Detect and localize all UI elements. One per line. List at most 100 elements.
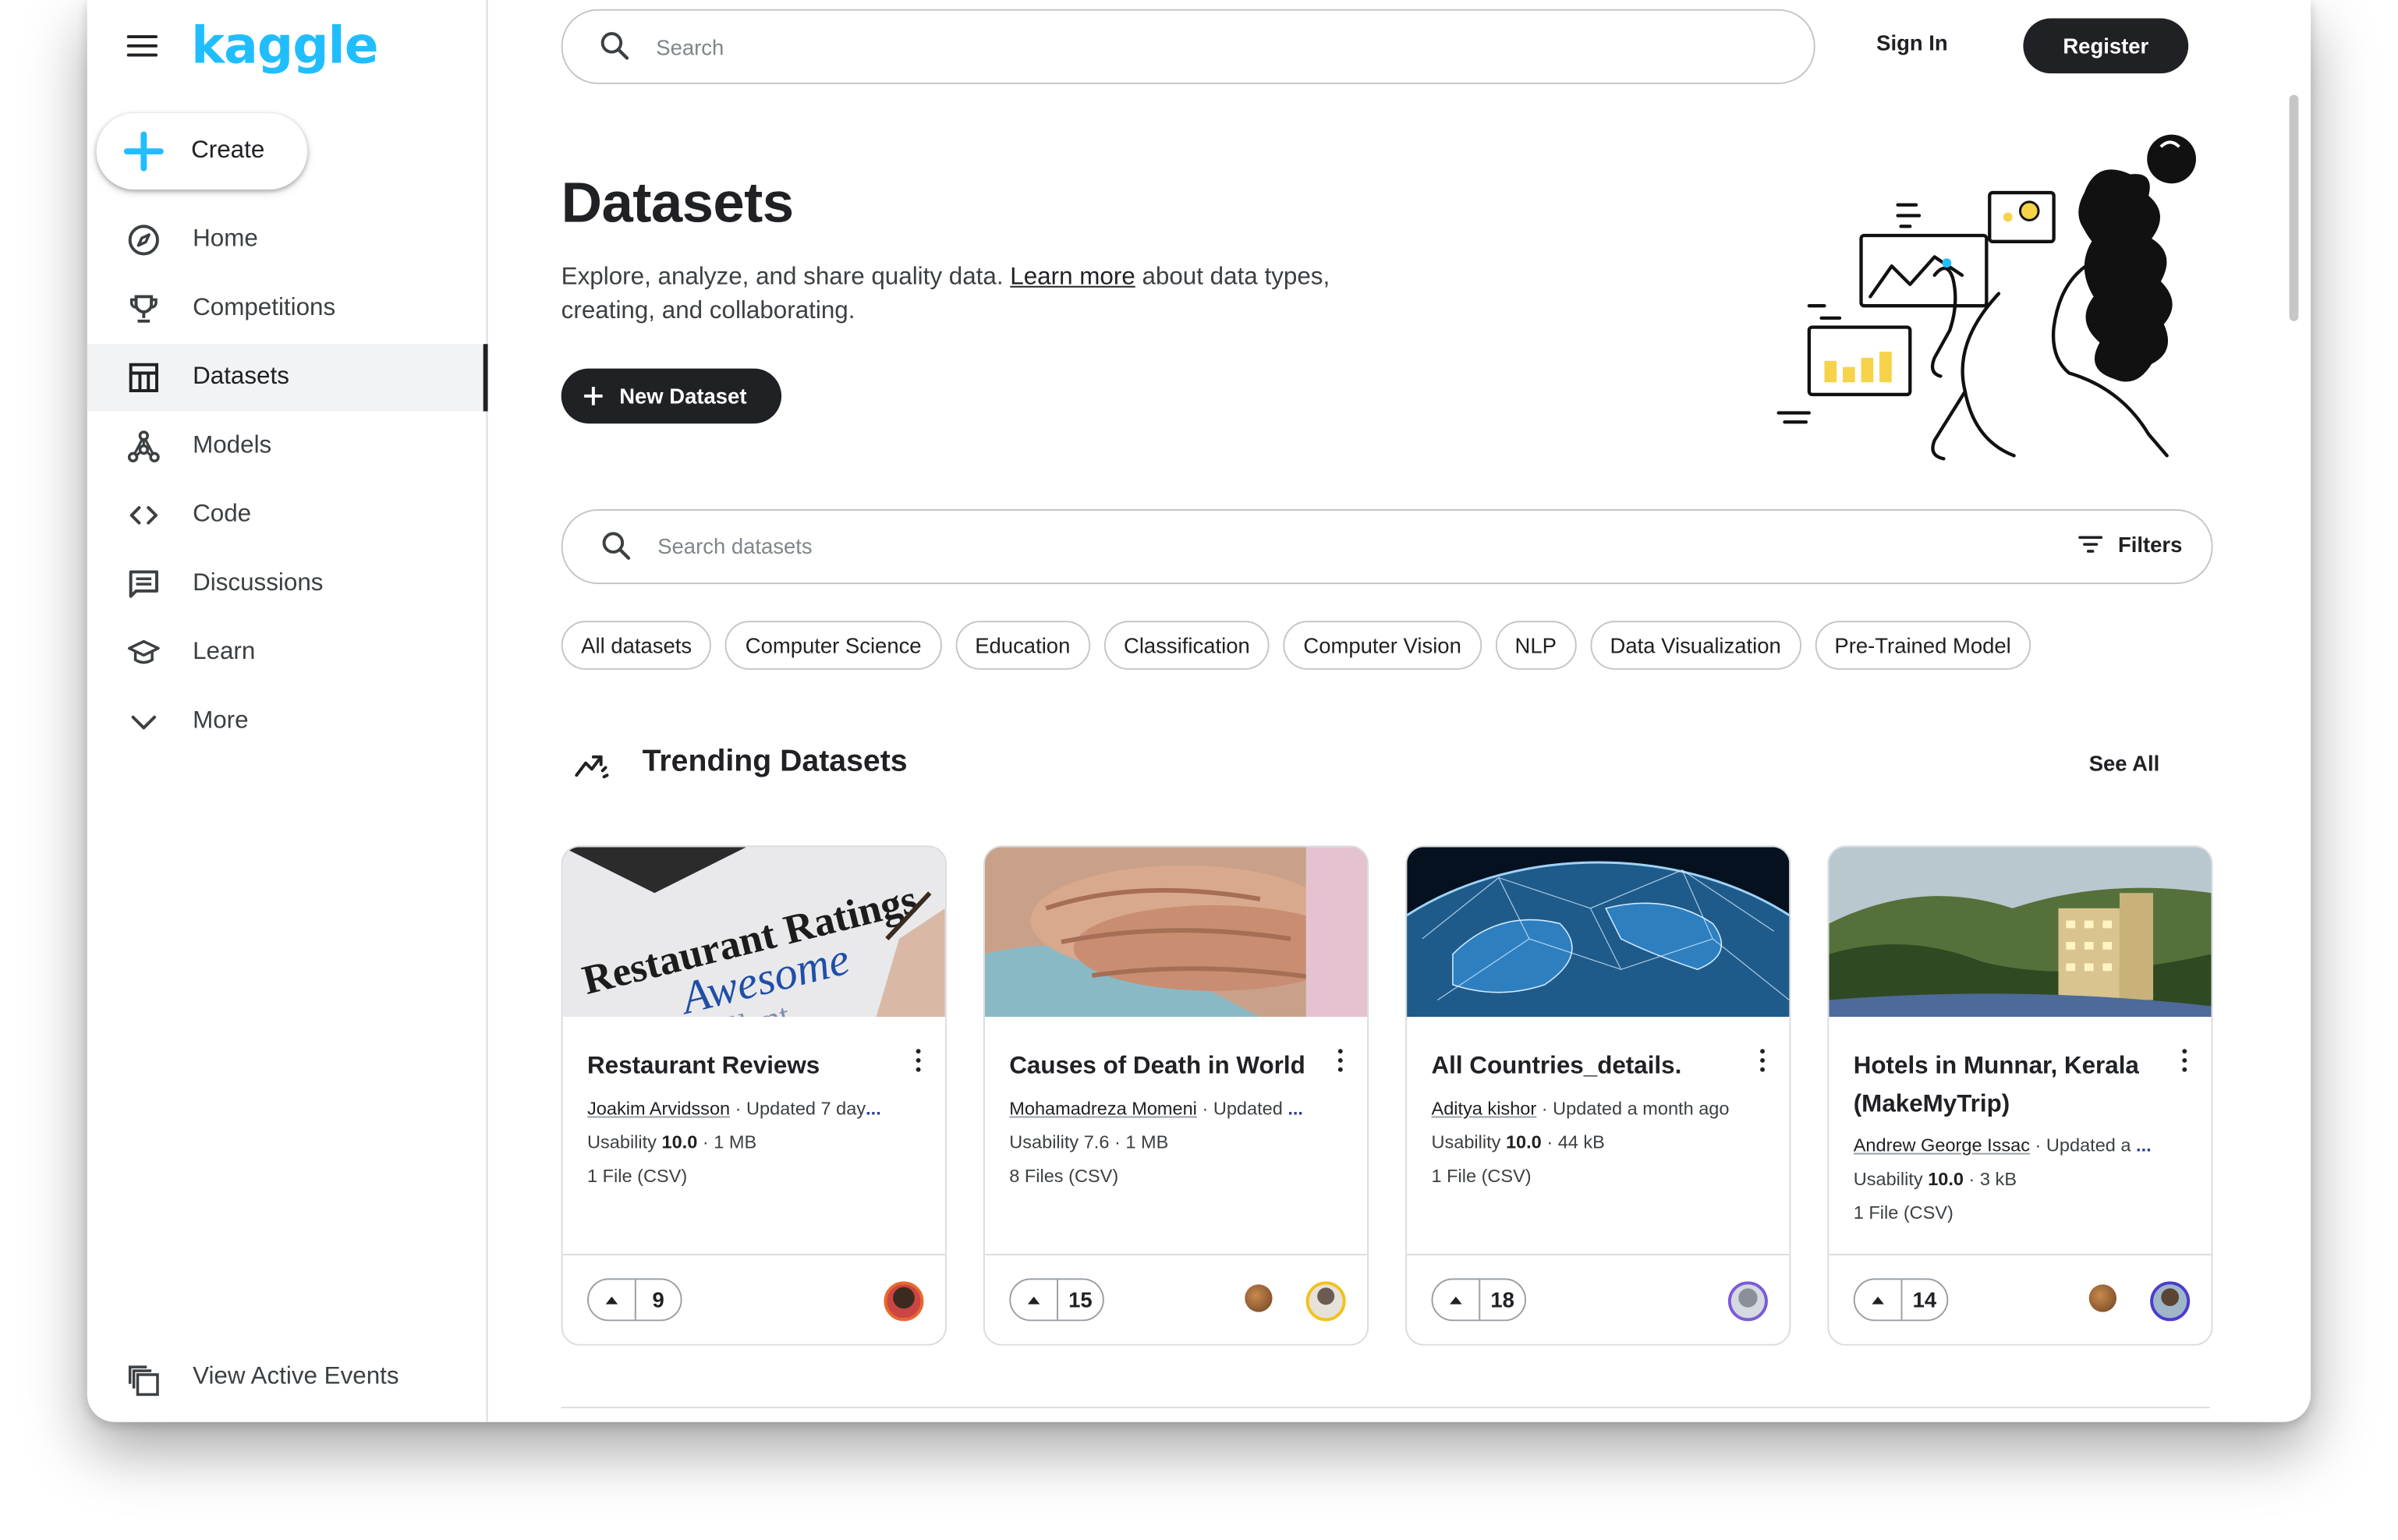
- dataset-byline: Joakim Arvidsson · Updated 7 day...: [587, 1098, 923, 1119]
- dataset-usability: Usability 7.6 · 1 MB: [1009, 1131, 1168, 1152]
- more-options-icon[interactable]: [2177, 1047, 2193, 1074]
- avatar[interactable]: [884, 1281, 924, 1322]
- usability-label: Usability: [587, 1131, 662, 1153]
- register-button[interactable]: Register: [2023, 18, 2189, 74]
- chip-computer-vision[interactable]: Computer Vision: [1283, 621, 1482, 670]
- sidebar-item-more[interactable]: More: [87, 688, 487, 755]
- dataset-thumbnail: [984, 847, 1368, 1018]
- dataset-card-causes-of-death[interactable]: Causes of Death in World Mohamadreza Mom…: [983, 845, 1369, 1346]
- sidebar-item-label: Discussions: [193, 570, 324, 597]
- sidebar-item-learn[interactable]: Learn: [87, 619, 487, 686]
- avatar[interactable]: [2088, 1284, 2117, 1312]
- chip-pre-trained-model[interactable]: Pre-Trained Model: [1814, 621, 2031, 670]
- create-button[interactable]: Create: [96, 113, 308, 190]
- upvote-arrow-icon: [589, 1280, 636, 1320]
- see-all-link[interactable]: See All: [2089, 751, 2160, 775]
- updated-text: · Updated: [1196, 1097, 1288, 1120]
- trending-datasets-title: Trending Datasets: [642, 745, 908, 779]
- vote-count: 18: [1490, 1287, 1514, 1312]
- vote-count: 9: [652, 1287, 664, 1312]
- sidebar-item-datasets[interactable]: Datasets: [87, 344, 488, 412]
- filters-label: Filters: [2117, 532, 2183, 557]
- search-icon: [600, 32, 629, 60]
- card-footer: 15: [984, 1254, 1368, 1344]
- dataset-title[interactable]: Causes of Death in World: [1009, 1047, 1323, 1085]
- search-placeholder: Search: [656, 34, 724, 59]
- kaggle-logo[interactable]: kaggle: [191, 16, 379, 75]
- hamburger-menu-icon[interactable]: [126, 34, 158, 58]
- sidebar-item-code[interactable]: Code: [87, 482, 487, 549]
- graduation-cap-icon: [127, 639, 160, 664]
- avatar[interactable]: [1305, 1281, 1346, 1322]
- chip-data-visualization[interactable]: Data Visualization: [1590, 621, 1801, 670]
- chip-all-datasets[interactable]: All datasets: [561, 621, 712, 670]
- discussions-icon: [129, 570, 158, 598]
- upvote-button[interactable]: 14: [1853, 1278, 1949, 1322]
- dataset-title[interactable]: All Countries_details.: [1431, 1047, 1744, 1085]
- usability-label: Usability: [1431, 1131, 1506, 1153]
- dataset-thumbnail: [1407, 847, 1790, 1018]
- upvote-arrow-icon: [1855, 1280, 1903, 1320]
- dataset-files: 8 Files (CSV): [1009, 1165, 1119, 1187]
- chip-computer-science[interactable]: Computer Science: [725, 621, 942, 670]
- create-button-label: Create: [191, 137, 265, 164]
- author-link[interactable]: Mohamadreza Momeni: [1009, 1098, 1197, 1119]
- card-footer: 9: [562, 1254, 945, 1344]
- upvote-button[interactable]: 15: [1009, 1278, 1104, 1322]
- learn-more-link[interactable]: Learn more: [1010, 264, 1135, 290]
- upvote-arrow-icon: [1011, 1280, 1059, 1320]
- more-options-icon[interactable]: [1334, 1047, 1349, 1074]
- compass-icon: [128, 225, 159, 256]
- trophy-icon: [129, 295, 158, 323]
- dataset-thumbnail: Restaurant Ratings Awesome Excellent: [562, 847, 945, 1018]
- upvote-button[interactable]: 9: [587, 1278, 682, 1322]
- sidebar-item-models[interactable]: Models: [87, 412, 487, 480]
- sidebar-item-competitions[interactable]: Competitions: [87, 275, 487, 342]
- vote-count: 14: [1912, 1287, 1937, 1312]
- sidebar-item-home[interactable]: Home: [87, 207, 487, 274]
- chip-education[interactable]: Education: [955, 621, 1090, 670]
- site-search-input[interactable]: Search: [561, 9, 1815, 84]
- size-text: · 44 kB: [1541, 1131, 1605, 1153]
- sidebar-item-label: Models: [193, 432, 272, 459]
- chip-nlp[interactable]: NLP: [1495, 621, 1577, 670]
- filters-button[interactable]: Filters: [2078, 532, 2183, 557]
- page-scrollbar[interactable]: [2289, 94, 2299, 321]
- usability-value: 10.0: [661, 1131, 698, 1153]
- dataset-card-hotels-munnar[interactable]: Hotels in Munnar, Kerala (MakeMyTrip) An…: [1827, 845, 2213, 1346]
- size-text: · 1 MB: [1109, 1131, 1169, 1153]
- avatar[interactable]: [2150, 1281, 2191, 1322]
- view-active-events-link[interactable]: View Active Events: [87, 1346, 487, 1413]
- dataset-title[interactable]: Restaurant Reviews: [587, 1047, 901, 1085]
- sign-in-button[interactable]: Sign In: [1876, 30, 1948, 55]
- upvote-button[interactable]: 18: [1431, 1278, 1527, 1322]
- browser-window: kaggle Create Home Competitions Datasets…: [87, 0, 2311, 1422]
- more-options-icon[interactable]: [1755, 1047, 1771, 1074]
- sidebar-item-discussions[interactable]: Discussions: [87, 551, 487, 618]
- models-icon: [127, 430, 160, 463]
- author-link[interactable]: Joakim Arvidsson: [587, 1098, 730, 1119]
- card-footer: 18: [1407, 1254, 1790, 1344]
- dataset-files: 1 File (CSV): [587, 1165, 688, 1187]
- avatar[interactable]: [1245, 1284, 1273, 1312]
- usability-label: Usability 7.6: [1009, 1131, 1110, 1153]
- author-link[interactable]: Aditya kishor: [1431, 1098, 1536, 1119]
- avatar[interactable]: [1727, 1281, 1768, 1322]
- dataset-card-all-countries[interactable]: All Countries_details. Aditya kishor · U…: [1405, 845, 1791, 1346]
- dataset-title[interactable]: Hotels in Munnar, Kerala (MakeMyTrip): [1854, 1047, 2167, 1124]
- view-active-events-label: View Active Events: [193, 1364, 399, 1390]
- trending-icon: [575, 755, 609, 779]
- filter-icon: [2078, 536, 2103, 553]
- dataset-card-restaurant-reviews[interactable]: Restaurant Ratings Awesome Excellent Res…: [561, 845, 947, 1346]
- chevron-down-icon: [131, 715, 157, 730]
- more-options-icon[interactable]: [912, 1047, 927, 1074]
- new-dataset-button[interactable]: New Dataset: [561, 368, 782, 424]
- dataset-search-input[interactable]: Search datasets Filters: [561, 509, 2213, 585]
- section-divider: [561, 1407, 2210, 1409]
- author-link[interactable]: Andrew George Issac: [1854, 1135, 2030, 1156]
- updated-text: · Updated a: [2030, 1135, 2137, 1156]
- dataset-usability: Usability 10.0 · 1 MB: [587, 1131, 756, 1152]
- chip-classification[interactable]: Classification: [1103, 621, 1270, 670]
- dataset-thumbnail: [1829, 847, 2212, 1018]
- active-events-icon: [128, 1365, 159, 1397]
